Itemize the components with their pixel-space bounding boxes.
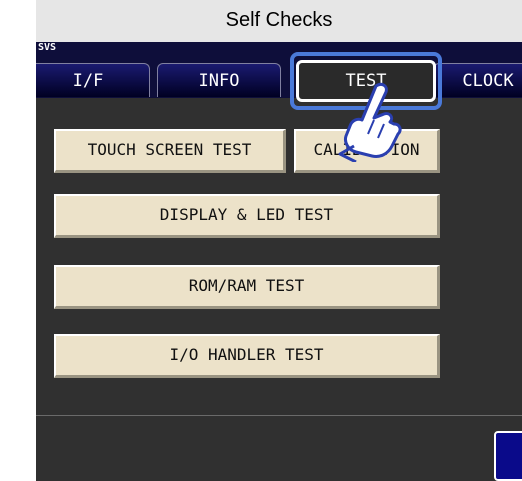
io-handler-test-button[interactable]: I/O HANDLER TEST (54, 334, 440, 378)
divider (36, 415, 522, 416)
window-title: Self Checks (36, 0, 522, 42)
hand-pointer-icon (338, 82, 402, 162)
model-label: SVS (38, 42, 57, 53)
tab-bar: SVS I/F INFO CLOCK (36, 42, 522, 98)
instrument-screen: SVS I/F INFO CLOCK TEST TOUCH SCREEN TES… (36, 42, 522, 481)
tab-info[interactable]: INFO (157, 63, 281, 97)
tab-clock[interactable]: CLOCK (433, 63, 522, 97)
rom-ram-test-button[interactable]: ROM/RAM TEST (54, 265, 440, 309)
touch-screen-test-button[interactable]: TOUCH SCREEN TEST (54, 129, 286, 173)
exit-button[interactable]: E (494, 431, 522, 481)
display-led-test-button[interactable]: DISPLAY & LED TEST (54, 194, 440, 238)
tab-if[interactable]: I/F (36, 63, 150, 97)
